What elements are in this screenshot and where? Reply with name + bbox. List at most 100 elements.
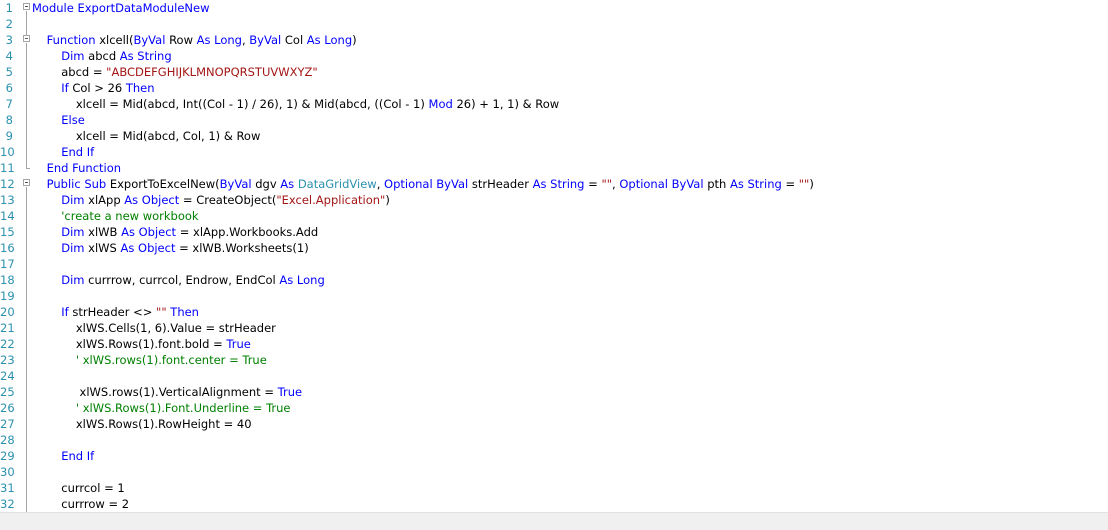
code-line[interactable]: 10 End If	[0, 144, 1108, 160]
code-text: 'create a new workbook	[32, 208, 198, 224]
line-number: 9	[5, 129, 13, 143]
outline-guide	[26, 43, 27, 168]
code-line[interactable]: 7 xlcell = Mid(abcd, Int((Col - 1) / 26)…	[0, 96, 1108, 112]
code-token: Then	[170, 305, 199, 319]
code-token: pth	[707, 177, 730, 191]
code-line[interactable]: 6 If Col > 26 Then	[0, 80, 1108, 96]
code-text: End Function	[32, 160, 121, 176]
code-line[interactable]: 16 Dim xlWS As Object = xlWB.Worksheets(…	[0, 240, 1108, 256]
code-token: As String	[729, 177, 786, 191]
code-line[interactable]: 13 Dim xlApp As Object = CreateObject("E…	[0, 192, 1108, 208]
code-text: currcol = 1	[32, 480, 124, 496]
line-number: 24	[0, 369, 15, 383]
code-token: Dim	[61, 193, 89, 207]
code-token: xlcell(	[99, 33, 134, 47]
code-line[interactable]: 21 xlWS.Cells(1, 6).Value = strHeader	[0, 320, 1108, 336]
code-token: = CreateObject(	[182, 193, 277, 207]
line-number: 26	[0, 401, 15, 415]
code-line[interactable]: 11 End Function	[0, 160, 1108, 176]
code-line[interactable]: 30	[0, 464, 1108, 480]
code-token: = xlWB.Worksheets(1)	[179, 241, 309, 255]
code-token: As Long	[279, 273, 325, 287]
code-token: ""	[601, 177, 613, 191]
code-line[interactable]: 23 ' xlWS.rows(1).font.center = True	[0, 352, 1108, 368]
code-token: =	[588, 177, 602, 191]
code-token: True	[226, 337, 251, 351]
code-token: As String	[119, 49, 172, 63]
code-line[interactable]: 8 Else	[0, 112, 1108, 128]
code-line[interactable]: 22 xlWS.Rows(1).font.bold = True	[0, 336, 1108, 352]
code-token: End Function	[46, 161, 122, 175]
code-line[interactable]: 18 Dim currrow, currcol, Endrow, EndCol …	[0, 272, 1108, 288]
code-token: True	[277, 385, 303, 399]
code-text: End If	[32, 448, 94, 464]
line-number: 10	[0, 145, 15, 159]
code-line[interactable]: 20 If strHeader <> "" Then	[0, 304, 1108, 320]
line-number: 4	[5, 49, 13, 63]
code-token: xlWS.Rows(1).font.bold =	[32, 337, 227, 351]
code-token: "ABCDEFGHIJKLMNOPQRSTUVWXYZ"	[106, 65, 318, 79]
line-number: 15	[0, 225, 15, 239]
code-token: xlWS.rows(1).VerticalAlignment =	[32, 385, 278, 399]
code-line[interactable]: 27 xlWS.Rows(1).RowHeight = 40	[0, 416, 1108, 432]
collapse-icon[interactable]	[23, 3, 30, 10]
line-number: 14	[0, 209, 15, 223]
line-number: 32	[0, 497, 15, 511]
code-token: xlcell = Mid(abcd, Int((Col - 1) / 26), …	[32, 97, 429, 111]
code-line[interactable]: 9 xlcell = Mid(abcd, Col, 1) & Row	[0, 128, 1108, 144]
code-line[interactable]: 5 abcd = "ABCDEFGHIJKLMNOPQRSTUVWXYZ"	[0, 64, 1108, 80]
code-line[interactable]: 31 currcol = 1	[0, 480, 1108, 496]
code-line[interactable]: 12 Public Sub ExportToExcelNew(ByVal dgv…	[0, 176, 1108, 192]
code-line[interactable]: 2	[0, 16, 1108, 32]
code-token: 26) + 1, 1) & Row	[456, 97, 560, 111]
code-token: ByVal	[219, 177, 256, 191]
code-token: As Object	[121, 225, 180, 239]
code-line[interactable]: 32 currrow = 2	[0, 496, 1108, 512]
code-text: Module ExportDataModuleNew	[32, 0, 209, 16]
code-line[interactable]: 24	[0, 368, 1108, 384]
code-token: As	[280, 177, 298, 191]
code-token: xlWS.Cells(1, 6).Value = strHeader	[32, 321, 276, 335]
code-token: Optional ByVal	[384, 177, 472, 191]
code-text: Dim xlWB As Object = xlApp.Workbooks.Add	[32, 224, 318, 240]
code-line[interactable]: 25 xlWS.rows(1).VerticalAlignment = True	[0, 384, 1108, 400]
code-line[interactable]: 14 'create a new workbook	[0, 208, 1108, 224]
code-text: ' xlWS.Rows(1).Font.Underline = True	[32, 400, 291, 416]
code-line[interactable]: 15 Dim xlWB As Object = xlApp.Workbooks.…	[0, 224, 1108, 240]
horizontal-scrollbar[interactable]	[0, 512, 1108, 530]
code-line[interactable]: 3 Function xlcell(ByVal Row As Long, ByV…	[0, 32, 1108, 48]
code-text: End If	[32, 144, 94, 160]
code-line[interactable]: 1 Module ExportDataModuleNew	[0, 0, 1108, 16]
code-line[interactable]: 4 Dim abcd As String	[0, 48, 1108, 64]
code-line[interactable]: 17	[0, 256, 1108, 272]
code-line[interactable]: 19	[0, 288, 1108, 304]
line-number: 6	[5, 81, 13, 95]
code-text: Dim abcd As String	[32, 48, 172, 64]
line-number: 25	[0, 385, 15, 399]
code-text: If strHeader <> "" Then	[32, 304, 199, 320]
collapse-icon[interactable]	[23, 35, 30, 42]
code-token: )	[352, 33, 357, 47]
code-line[interactable]: 26 ' xlWS.Rows(1).Font.Underline = True	[0, 400, 1108, 416]
line-number: 5	[5, 65, 13, 79]
line-number: 28	[0, 433, 15, 447]
code-line[interactable]: 29 End If	[0, 448, 1108, 464]
code-editor[interactable]: 1 Module ExportDataModuleNew 2 3 Function x…	[0, 0, 1108, 530]
code-text: xlcell = Mid(abcd, Col, 1) & Row	[32, 128, 261, 144]
code-token: If	[61, 81, 73, 95]
code-token: As Object	[124, 193, 183, 207]
code-text: Public Sub ExportToExcelNew(ByVal dgv As…	[32, 176, 814, 192]
code-text: currrow = 2	[32, 496, 129, 512]
code-token: Module ExportDataModuleNew	[32, 1, 210, 15]
code-line[interactable]: 28	[0, 432, 1108, 448]
collapse-icon[interactable]	[23, 179, 30, 186]
code-token: strHeader <>	[72, 305, 157, 319]
code-token: )	[385, 193, 390, 207]
